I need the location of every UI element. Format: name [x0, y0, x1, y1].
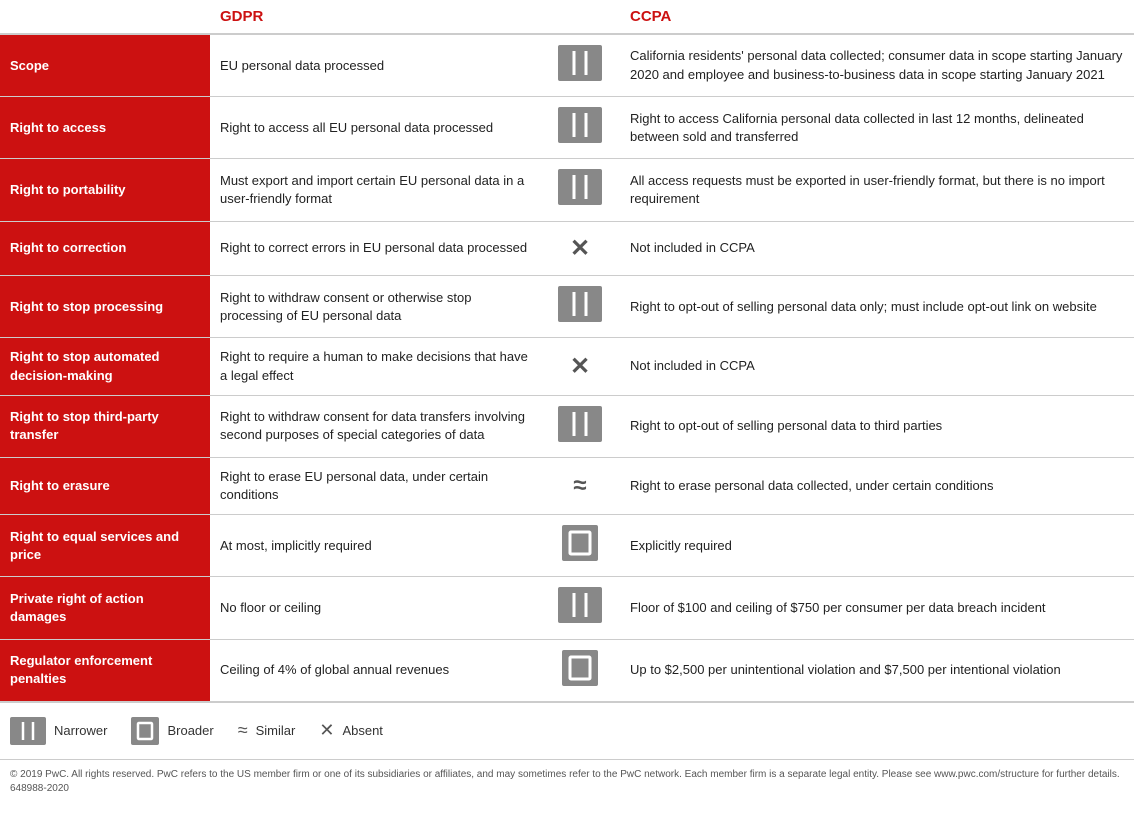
row-label: Regulator enforcement penalties	[0, 639, 210, 701]
broader-icon	[131, 717, 159, 745]
ccpa-header: CCPA	[620, 0, 1134, 34]
broader-icon	[562, 650, 598, 686]
header-label-col	[0, 0, 210, 34]
icon-cell: ✕	[540, 221, 620, 276]
icon-cell	[540, 34, 620, 97]
ccpa-cell: Not included in CCPA	[620, 221, 1134, 276]
broader-icon	[562, 525, 598, 561]
icon-cell	[540, 639, 620, 701]
ccpa-cell: Right to opt-out of selling personal dat…	[620, 395, 1134, 457]
table-row: Right to correction Right to correct err…	[0, 221, 1134, 276]
table-row: Right to erasure Right to erase EU perso…	[0, 457, 1134, 514]
table-row: Right to stop third-party transfer Right…	[0, 395, 1134, 457]
comparison-table-container: GDPR CCPA Scope EU personal data process…	[0, 0, 1134, 804]
comparison-table: GDPR CCPA Scope EU personal data process…	[0, 0, 1134, 702]
legend-absent: ✕ Absent	[319, 720, 383, 741]
absent-icon: ✕	[319, 720, 334, 741]
row-label: Right to stop automated decision-making	[0, 338, 210, 395]
row-label: Right to portability	[0, 159, 210, 221]
row-label: Private right of action damages	[0, 577, 210, 639]
header-icon-col	[540, 0, 620, 34]
ccpa-cell: Right to access California personal data…	[620, 97, 1134, 159]
row-label: Right to stop third-party transfer	[0, 395, 210, 457]
narrower-icon	[558, 286, 602, 322]
icon-cell	[540, 515, 620, 577]
row-label: Right to equal services and price	[0, 515, 210, 577]
icon-cell	[540, 395, 620, 457]
gdpr-cell: Right to require a human to make decisio…	[210, 338, 540, 395]
icon-cell	[540, 159, 620, 221]
gdpr-cell: At most, implicitly required	[210, 515, 540, 577]
ccpa-cell: Not included in CCPA	[620, 338, 1134, 395]
icon-cell	[540, 577, 620, 639]
gdpr-cell: Right to withdraw consent for data trans…	[210, 395, 540, 457]
footer: © 2019 PwC. All rights reserved. PwC ref…	[0, 759, 1134, 804]
gdpr-cell: Right to erase EU personal data, under c…	[210, 457, 540, 514]
icon-cell: ≈	[540, 457, 620, 514]
gdpr-cell: Ceiling of 4% of global annual revenues	[210, 639, 540, 701]
table-row: Right to stop automated decision-making …	[0, 338, 1134, 395]
row-label: Right to correction	[0, 221, 210, 276]
ccpa-cell: California residents' personal data coll…	[620, 34, 1134, 97]
gdpr-cell: Right to correct errors in EU personal d…	[210, 221, 540, 276]
broader-label: Broader	[167, 723, 213, 738]
ccpa-cell: Right to erase personal data collected, …	[620, 457, 1134, 514]
gdpr-cell: EU personal data processed	[210, 34, 540, 97]
footer-text: © 2019 PwC. All rights reserved. PwC ref…	[10, 769, 1120, 794]
ccpa-cell: All access requests must be exported in …	[620, 159, 1134, 221]
similar-icon: ≈	[238, 720, 248, 741]
absent-icon: ✕	[570, 232, 590, 266]
table-row: Right to stop processing Right to withdr…	[0, 276, 1134, 338]
narrower-icon	[558, 587, 602, 623]
table-row: Scope EU personal data processed Califor…	[0, 34, 1134, 97]
legend-similar: ≈ Similar	[238, 720, 296, 741]
ccpa-cell: Up to $2,500 per unintentional violation…	[620, 639, 1134, 701]
row-label: Right to stop processing	[0, 276, 210, 338]
icon-cell: ✕	[540, 338, 620, 395]
narrower-icon	[558, 406, 602, 442]
gdpr-cell: Right to access all EU personal data pro…	[210, 97, 540, 159]
table-row: Right to equal services and price At mos…	[0, 515, 1134, 577]
narrower-icon	[558, 169, 602, 205]
gdpr-cell: No floor or ceiling	[210, 577, 540, 639]
icon-cell	[540, 276, 620, 338]
ccpa-cell: Explicitly required	[620, 515, 1134, 577]
absent-icon: ✕	[570, 350, 590, 384]
gdpr-cell: Must export and import certain EU person…	[210, 159, 540, 221]
gdpr-cell: Right to withdraw consent or otherwise s…	[210, 276, 540, 338]
legend-broader: Broader	[131, 717, 213, 745]
ccpa-cell: Floor of $100 and ceiling of $750 per co…	[620, 577, 1134, 639]
table-row: Right to portability Must export and imp…	[0, 159, 1134, 221]
gdpr-header: GDPR	[210, 0, 540, 34]
table-row: Private right of action damages No floor…	[0, 577, 1134, 639]
row-label: Right to access	[0, 97, 210, 159]
table-row: Right to access Right to access all EU p…	[0, 97, 1134, 159]
narrower-icon	[10, 717, 46, 745]
row-label: Right to erasure	[0, 457, 210, 514]
legend-narrower: Narrower	[10, 717, 107, 745]
narrower-icon	[558, 45, 602, 81]
table-row: Regulator enforcement penalties Ceiling …	[0, 639, 1134, 701]
narrower-icon	[558, 107, 602, 143]
ccpa-cell: Right to opt-out of selling personal dat…	[620, 276, 1134, 338]
row-label: Scope	[0, 34, 210, 97]
similar-label: Similar	[256, 723, 296, 738]
icon-cell	[540, 97, 620, 159]
absent-label: Absent	[342, 723, 382, 738]
legend: Narrower Broader ≈ Similar ✕ Absent	[0, 702, 1134, 759]
narrower-label: Narrower	[54, 723, 107, 738]
similar-icon: ≈	[573, 469, 586, 503]
